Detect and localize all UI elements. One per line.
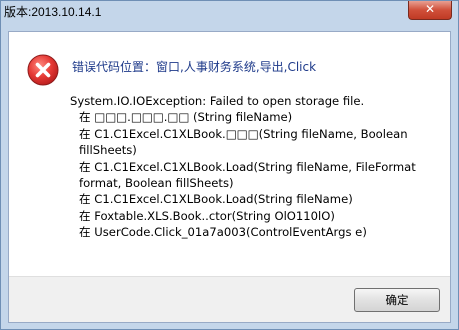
trace-line: 在 C1.C1Excel.C1XLBook.Load(String fileNa… bbox=[79, 192, 353, 207]
dialog-client: 错误代码位置：窗口,人事财务系统,导出,Click System.IO.IOEx… bbox=[8, 31, 451, 323]
stack-trace: System.IO.IOException: Failed to open st… bbox=[70, 93, 442, 241]
trace-line: 在 □□□.□□□.□□ (String fileName) bbox=[79, 110, 293, 125]
ok-button[interactable]: 确定 bbox=[354, 288, 440, 312]
close-icon: ✕ bbox=[424, 2, 436, 16]
trace-line: 在 UserCode.Click_01a7a003(ControlEventAr… bbox=[79, 225, 367, 240]
message-area: 错误代码位置：窗口,人事财务系统,导出,Click System.IO.IOEx… bbox=[9, 32, 450, 277]
error-icon bbox=[27, 54, 59, 86]
trace-line: 在 Foxtable.XLS.Book..ctor(String OlO110l… bbox=[79, 208, 335, 223]
trace-line: 在 C1.C1Excel.C1XLBook.□□□(String fileNam… bbox=[79, 126, 408, 158]
title-bar[interactable]: 版本:2013.10.14.1 ✕ bbox=[1, 1, 458, 23]
window-title: 版本:2013.10.14.1 bbox=[4, 5, 102, 19]
trace-line: 在 C1.C1Excel.C1XLBook.Load(String fileNa… bbox=[79, 159, 416, 191]
button-bar: 确定 bbox=[9, 276, 450, 322]
close-button[interactable]: ✕ bbox=[408, 1, 452, 20]
error-location-heading: 错误代码位置：窗口,人事财务系统,导出,Click bbox=[72, 60, 317, 74]
trace-line: System.IO.IOException: Failed to open st… bbox=[70, 94, 365, 108]
error-dialog-window: 版本:2013.10.14.1 ✕ 错误代码位置：窗口,人事财务系统,导出,Cl… bbox=[0, 0, 459, 330]
